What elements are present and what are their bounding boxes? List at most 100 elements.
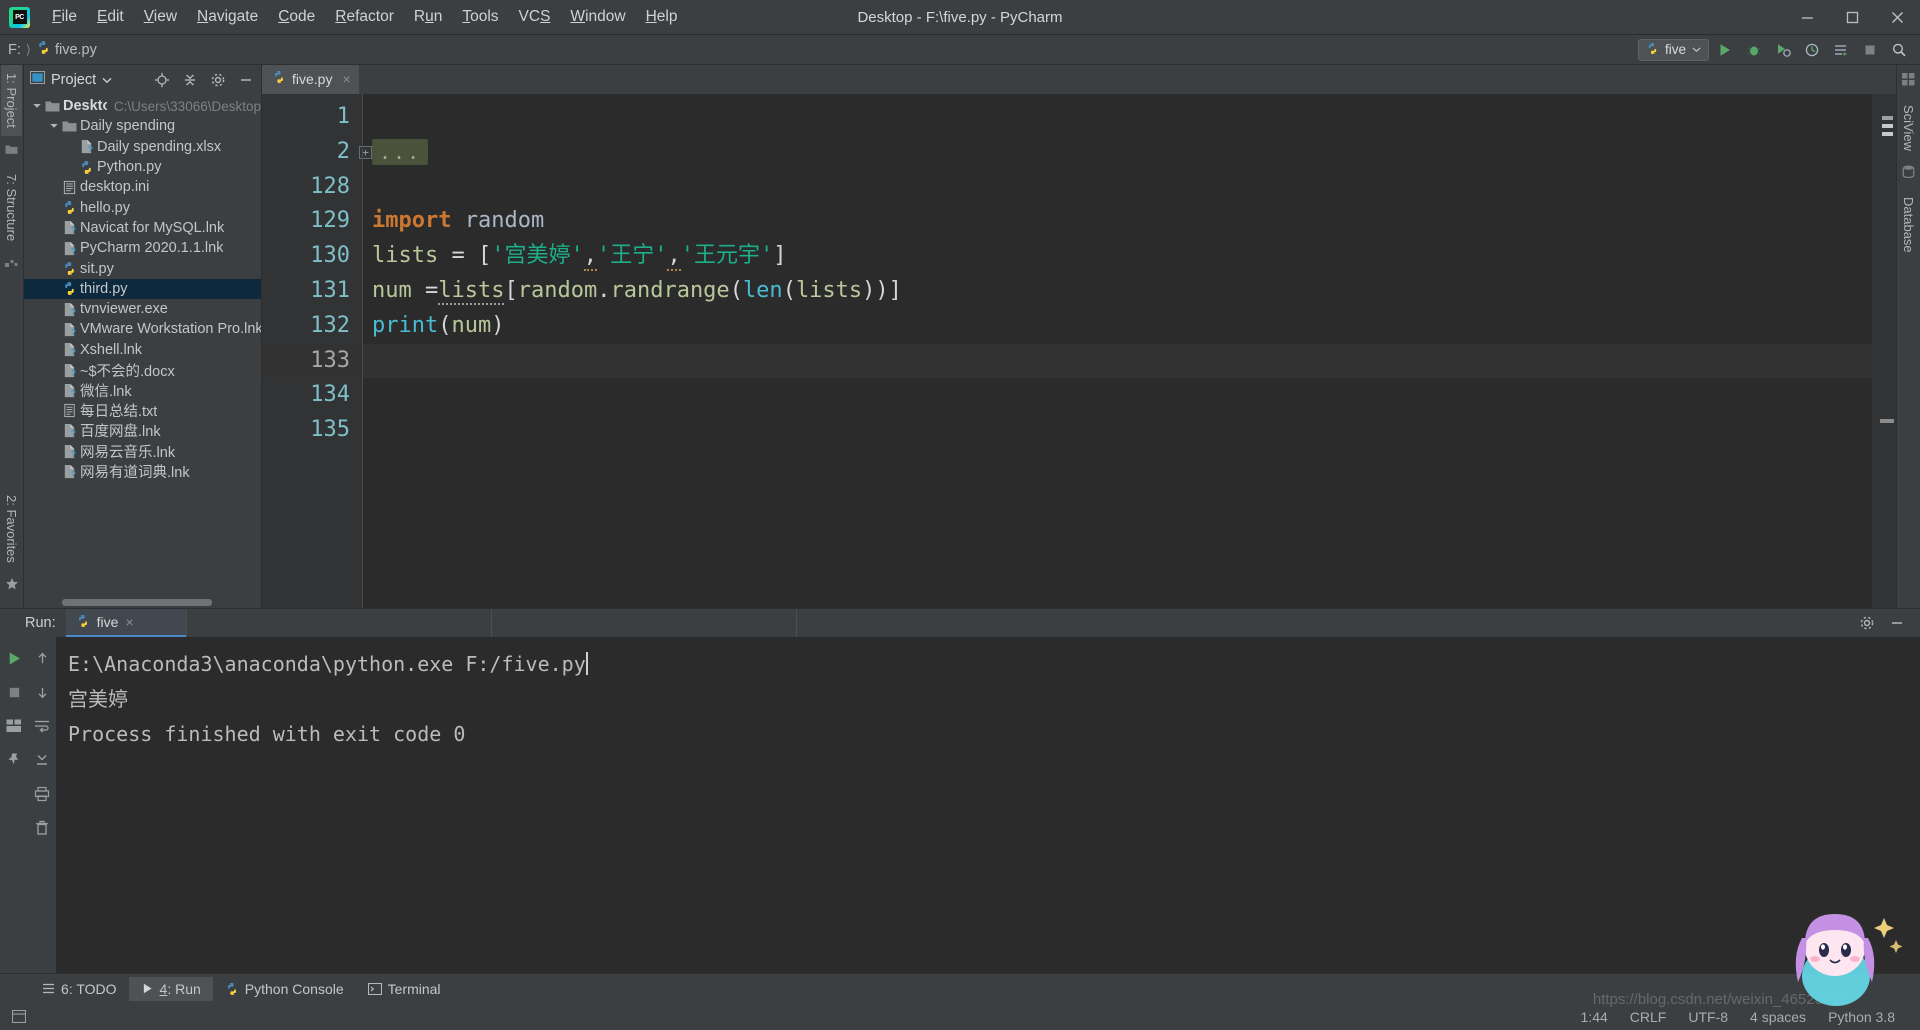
line-separator[interactable]: CRLF — [1619, 1009, 1678, 1025]
sidebar-item-database[interactable]: Database — [1898, 189, 1919, 261]
line-number[interactable]: 2 + — [262, 135, 372, 170]
menu-navigate[interactable]: Navigate — [187, 4, 268, 30]
code-line[interactable] — [362, 170, 1872, 205]
code-editor[interactable]: 1 2 +128 129 130 131 132 133 134 135 ... import ra… — [262, 94, 1896, 608]
code-line[interactable] — [362, 413, 1872, 448]
soft-wrap-button[interactable] — [29, 713, 55, 739]
python-interpreter[interactable]: Python 3.8 — [1817, 1009, 1906, 1025]
menu-code[interactable]: Code — [268, 4, 325, 30]
sidebar-item-sciview[interactable]: SciView — [1898, 97, 1919, 159]
folded-code-placeholder[interactable]: ... — [372, 138, 429, 165]
up-stack-button[interactable] — [29, 645, 55, 671]
code-line[interactable]: ... — [362, 135, 1872, 170]
debug-button[interactable] — [1741, 38, 1767, 62]
line-number[interactable]: 133 — [262, 343, 362, 379]
scroll-to-end-button[interactable] — [29, 747, 55, 773]
print-button[interactable] — [29, 781, 55, 807]
line-number[interactable]: 1 — [262, 100, 362, 135]
hide-panel-icon[interactable] — [235, 69, 257, 91]
line-number[interactable]: 128 — [262, 170, 362, 205]
tree-item[interactable]: hello.py — [24, 197, 261, 217]
hide-panel-icon[interactable] — [1884, 610, 1910, 636]
code-line[interactable]: import random — [362, 204, 1872, 239]
menu-window[interactable]: Window — [560, 4, 635, 30]
tree-item[interactable]: ? PyCharm 2020.1.1.lnk — [24, 238, 261, 258]
collapse-all-icon[interactable] — [179, 69, 201, 91]
locate-icon[interactable] — [151, 69, 173, 91]
code-line[interactable] — [362, 100, 1872, 135]
menu-run[interactable]: Run — [404, 4, 452, 30]
menu-file[interactable]: FFileile — [42, 4, 87, 30]
indent-setting[interactable]: 4 spaces — [1739, 1009, 1817, 1025]
file-encoding[interactable]: UTF-8 — [1677, 1009, 1739, 1025]
run-anything-button[interactable] — [1828, 38, 1854, 62]
minimize-button[interactable] — [1785, 0, 1830, 35]
tree-item[interactable]: ? VMware Workstation Pro.lnk — [24, 319, 261, 339]
settings-gear-icon[interactable] — [207, 69, 229, 91]
caret-position[interactable]: 1:44 — [1570, 1009, 1619, 1025]
tree-item[interactable]: desktop.ini — [24, 177, 261, 197]
close-button[interactable] — [1875, 0, 1920, 35]
close-icon[interactable]: × — [342, 71, 350, 87]
tree-horizontal-scrollbar[interactable] — [62, 599, 212, 606]
tree-item[interactable]: ? Xshell.lnk — [24, 340, 261, 360]
tree-item[interactable]: Daily spending — [24, 116, 261, 136]
tab-run[interactable]: 4: Run — [128, 976, 213, 1001]
menu-vcs[interactable]: VCS — [509, 4, 561, 30]
layout-button[interactable] — [1, 713, 27, 739]
code-content[interactable]: ... import random lists = ['宫美婷','王宁','王元宇… — [362, 94, 1872, 608]
menu-edit[interactable]: Edit — [87, 4, 134, 30]
rerun-button[interactable] — [1, 645, 27, 671]
tree-item[interactable]: 每日总结.txt — [24, 400, 261, 420]
breadcrumb-item-file[interactable]: five.py — [55, 42, 97, 58]
project-tree[interactable]: Desktop C:\Users\33066\Desktop Daily spend… — [24, 94, 261, 608]
run-console-output[interactable]: E:\Anaconda3\anaconda\python.exe F:/five… — [56, 637, 1920, 973]
line-number[interactable]: 130 — [262, 239, 362, 274]
line-number[interactable]: 135 — [262, 413, 362, 448]
tree-item[interactable]: ? tvnviewer.exe — [24, 299, 261, 319]
tree-item[interactable]: ? Daily spending.xlsx — [24, 137, 261, 157]
settings-gear-icon[interactable] — [1854, 610, 1880, 636]
code-line[interactable]: lists = ['宫美婷','王宁','王元宇'] — [362, 239, 1872, 274]
tree-item[interactable]: ? 网易云音乐.lnk — [24, 441, 261, 461]
code-line[interactable]: num =lists[random.randrange(len(lists))] — [362, 274, 1872, 309]
line-number[interactable]: 134 — [262, 378, 362, 413]
tree-item[interactable]: ? 网易有道词典.lnk — [24, 461, 261, 481]
maximize-button[interactable] — [1830, 0, 1875, 35]
menu-view[interactable]: View — [134, 4, 187, 30]
sidebar-item-favorites[interactable]: 2: Favorites — [1, 487, 22, 571]
tree-item[interactable]: Python.py — [24, 157, 261, 177]
editor-error-stripe[interactable] — [1872, 94, 1896, 608]
tree-item[interactable]: ? 百度网盘.lnk — [24, 421, 261, 441]
line-number[interactable]: 131 — [262, 274, 362, 309]
tree-item[interactable]: Desktop C:\Users\33066\Desktop — [24, 96, 261, 116]
tab-python-console[interactable]: Python Console — [213, 977, 356, 1001]
clear-all-button[interactable] — [29, 815, 55, 841]
chevron-down-icon[interactable] — [30, 101, 44, 111]
run-button[interactable] — [1712, 38, 1738, 62]
close-icon[interactable]: × — [125, 614, 133, 630]
chevron-down-icon[interactable] — [47, 121, 61, 131]
search-everywhere-button[interactable] — [1886, 38, 1912, 62]
breadcrumb-item-drive[interactable]: F: — [8, 42, 21, 58]
event-log-icon[interactable] — [8, 1010, 26, 1023]
tree-item[interactable]: third.py — [24, 278, 261, 299]
chevron-down-icon[interactable] — [102, 75, 112, 85]
menu-tools[interactable]: Tools — [452, 4, 508, 30]
tree-item[interactable]: ? Navicat for MySQL.lnk — [24, 218, 261, 238]
pin-button[interactable] — [1, 747, 27, 773]
code-line[interactable]: print(num) — [362, 309, 1872, 344]
sidebar-item-structure[interactable]: 7: Structure — [1, 166, 22, 249]
editor-tab-five-py[interactable]: five.py × — [262, 65, 359, 94]
tree-item[interactable]: sit.py — [24, 258, 261, 278]
tree-item[interactable]: ? 微信.lnk — [24, 380, 261, 400]
stop-button[interactable] — [1857, 38, 1883, 62]
sidebar-item-project[interactable]: 1: Project — [1, 65, 22, 136]
stop-button[interactable] — [1, 679, 27, 705]
code-line[interactable] — [362, 378, 1872, 413]
run-coverage-button[interactable] — [1770, 38, 1796, 62]
tab-todo[interactable]: 6: TODO — [30, 977, 129, 1001]
run-tab-five[interactable]: five × — [65, 609, 186, 637]
code-line[interactable] — [362, 343, 1872, 379]
line-number[interactable]: 129 — [262, 204, 362, 239]
